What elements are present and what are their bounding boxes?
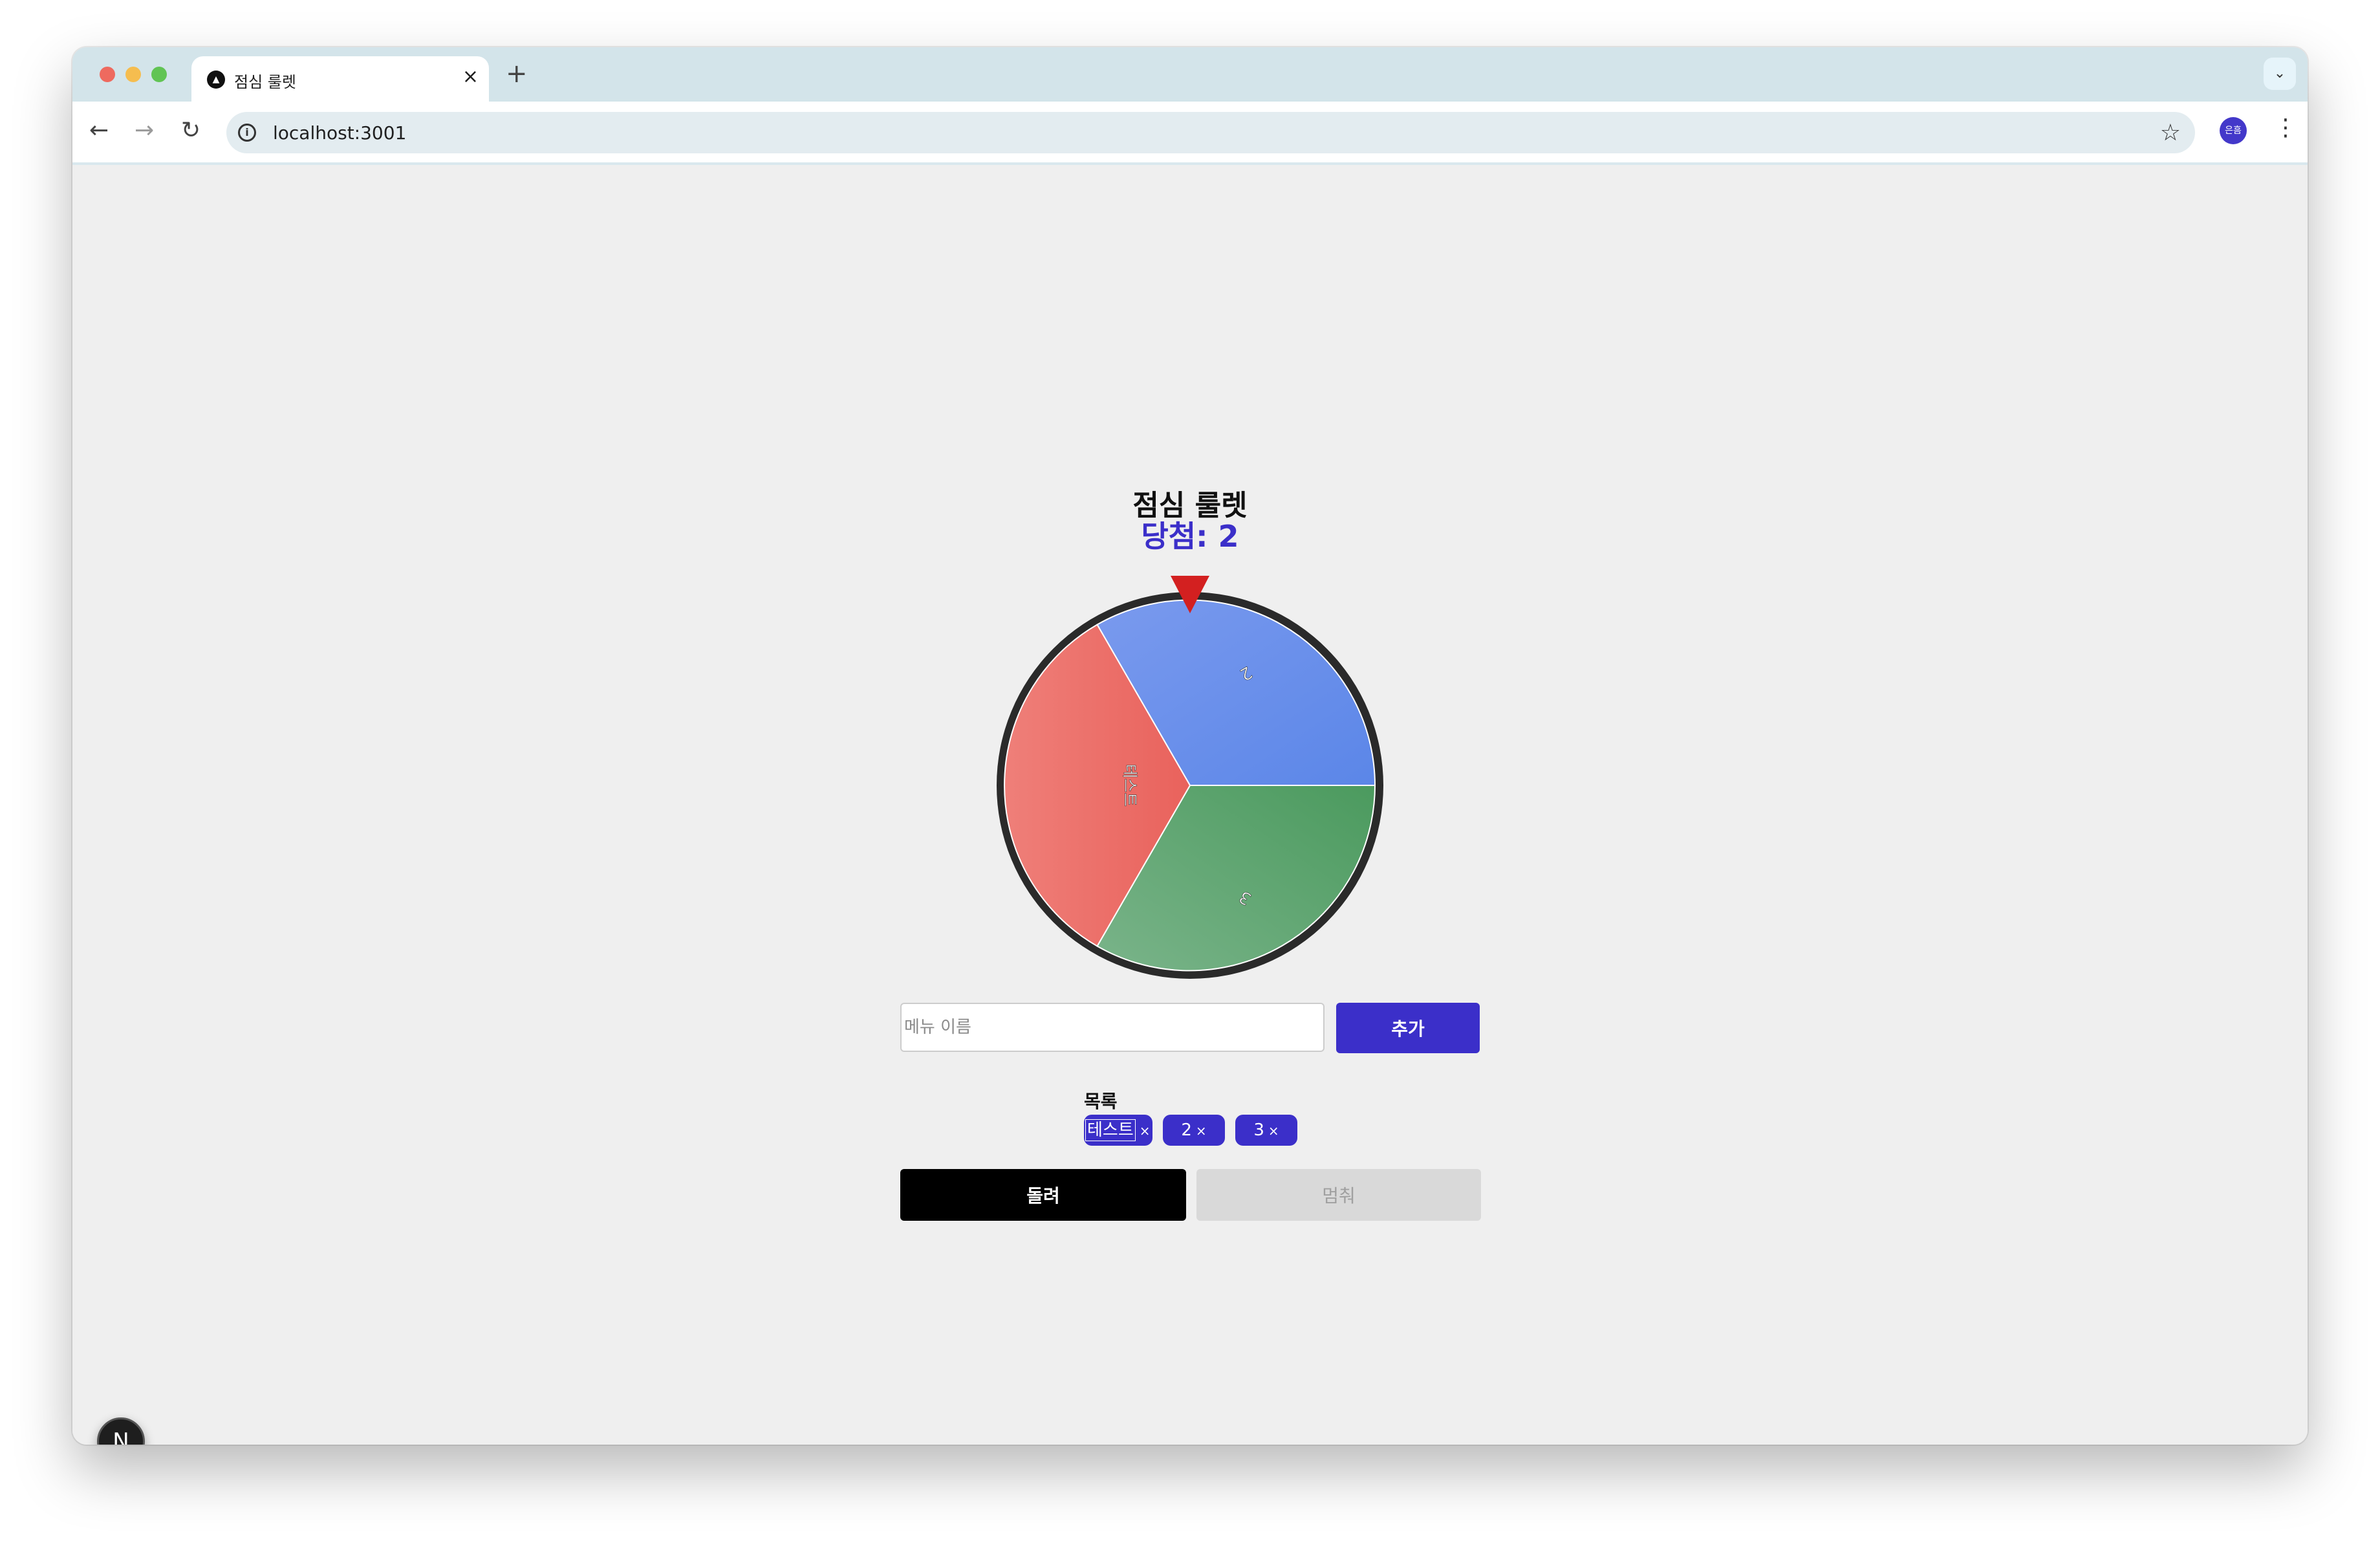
stop-button[interactable]: 멈춰 [1196,1169,1481,1221]
nextjs-dev-indicator-icon[interactable]: N [97,1417,145,1445]
reload-icon[interactable]: ↻ [181,115,200,147]
address-bar[interactable]: i localhost:3001 ☆ [226,112,2195,153]
tab-strip: ▲ 점심 룰렛 × + ⌄ [72,47,2308,102]
tab-search-button[interactable]: ⌄ [2264,58,2296,90]
remove-item-icon[interactable]: × [1268,1123,1279,1139]
browser-window: ▲ 점심 룰렛 × + ⌄ ← → ↻ i localhost:3001 ☆ 은… [72,47,2308,1445]
list-label: 목록 [1084,1091,1118,1112]
forward-arrow-icon[interactable]: → [135,115,154,147]
minimize-window-button[interactable] [125,67,141,82]
list-item-label: 3 [1253,1120,1264,1140]
profile-avatar[interactable]: 은흠 [2220,117,2247,144]
remove-item-icon[interactable]: × [1196,1123,1207,1139]
list-item: 테스트 × [1084,1115,1152,1146]
list-item-label: 2 [1181,1120,1192,1140]
segment-label-테스트: 테스트 [1121,764,1139,807]
tab-title: 점심 룰렛 [234,73,296,91]
tab-active[interactable]: ▲ 점심 룰렛 × [191,56,489,102]
menu-name-input[interactable] [900,1003,1325,1052]
list-item: 2 × [1163,1115,1225,1146]
url-text[interactable]: localhost:3001 [273,122,406,144]
list-item-label: 테스트 [1085,1119,1136,1141]
nextjs-favicon-icon: ▲ [207,71,225,89]
zoom-window-button[interactable] [151,67,167,82]
list-item: 3 × [1235,1115,1297,1146]
close-window-button[interactable] [100,67,115,82]
wheel-svg: 2 3 테스트 [997,576,1383,979]
browser-toolbar: ← → ↻ i localhost:3001 ☆ 은흠 ⋮ [72,102,2308,162]
tab-close-icon[interactable]: × [462,65,479,88]
winner-label: 당첨: 2 [1141,519,1239,554]
roulette-wheel: 2 3 테스트 [993,576,1387,990]
site-info-icon[interactable]: i [238,124,256,142]
spin-button[interactable]: 돌려 [900,1169,1186,1221]
new-tab-button[interactable]: + [506,59,528,89]
star-icon[interactable]: ☆ [2160,120,2181,146]
back-arrow-icon[interactable]: ← [89,115,109,147]
add-button[interactable]: 추가 [1336,1003,1480,1053]
remove-item-icon[interactable]: × [1140,1123,1151,1139]
page-content: 점심 룰렛 당첨: 2 2 3 테스트 메뉴 이름 추가 목록 테스트 × 2 … [72,165,2308,1445]
kebab-menu-icon[interactable]: ⋮ [2274,115,2297,141]
